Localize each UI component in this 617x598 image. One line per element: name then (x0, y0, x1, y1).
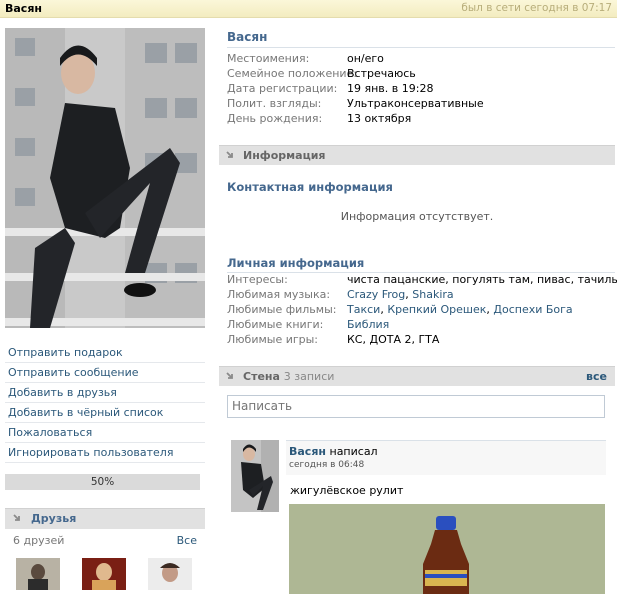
field-label: Любимая музыка: (227, 288, 331, 301)
wall-count: 3 записи (283, 370, 335, 383)
friends-list (5, 558, 205, 598)
field-value: 13 октября (347, 112, 412, 125)
divider (227, 47, 615, 48)
field-label: Дата регистрации: (227, 82, 338, 95)
field-value: 19 янв. в 19:28 (347, 82, 434, 95)
add-friend-link[interactable]: Добавить в друзья (5, 383, 205, 403)
friend-avatar[interactable] (82, 558, 126, 590)
movie-link[interactable]: Крепкий Орешек (387, 303, 486, 316)
post-author-line: Васян написал (289, 445, 378, 458)
music-link[interactable]: Crazy Frog (347, 288, 405, 301)
field-label: Интересы: (227, 273, 288, 286)
field-label: Семейное положение: (227, 67, 358, 80)
friends-all-link[interactable]: Все (177, 534, 197, 547)
top-bar: Васян был в сети сегодня в 07:17 (0, 0, 617, 18)
field-value: он/его (347, 52, 384, 65)
collapse-arrow-icon (226, 151, 233, 158)
post-time[interactable]: сегодня в 06:48 (289, 460, 364, 470)
field-label: Любимые книги: (227, 318, 324, 331)
profile-name: Васян (227, 30, 268, 44)
friends-subheader: 6 друзей Все (5, 532, 205, 550)
left-column: Отправить подарок Отправить сообщение До… (5, 28, 205, 598)
blacklist-link[interactable]: Добавить в чёрный список (5, 403, 205, 423)
send-message-link[interactable]: Отправить сообщение (5, 363, 205, 383)
profile-actions: Отправить подарок Отправить сообщение До… (5, 343, 205, 463)
field-label: Любимые фильмы: (227, 303, 337, 316)
field-value: Crazy Frog, Shakira (347, 288, 454, 301)
friends-header[interactable]: Друзья (5, 508, 205, 529)
wall-section-header[interactable]: Стена 3 записи все (219, 366, 615, 386)
wall-post-input[interactable] (227, 395, 605, 418)
movie-link[interactable]: Такси (347, 303, 380, 316)
post-header: Васян написал сегодня в 06:48 (286, 440, 606, 475)
friends-count: 6 друзей (13, 534, 65, 547)
friend-avatar[interactable] (16, 558, 60, 590)
wall-all-link[interactable]: все (586, 370, 607, 383)
field-label: Местоимения: (227, 52, 310, 65)
field-label: Полит. взгляды: (227, 97, 322, 110)
field-value: Встречаюсь (347, 67, 416, 80)
post-action: написал (329, 445, 378, 458)
movie-link[interactable]: Доспехи Бога (493, 303, 572, 316)
field-value: Ультраконсервативные (347, 97, 484, 110)
info-title: Информация (243, 149, 326, 162)
book-link[interactable]: Библия (347, 318, 389, 331)
field-value: Библия (347, 318, 389, 331)
send-gift-link[interactable]: Отправить подарок (5, 343, 205, 363)
contact-info-empty: Информация отсутствует. (340, 210, 494, 223)
rating-bar: 50% (5, 474, 200, 490)
top-bar-user-name: Васян (5, 2, 42, 15)
post-author-link[interactable]: Васян (289, 445, 326, 458)
post-text: жигулёвское рулит (290, 484, 404, 497)
field-value: Такси, Крепкий Орешек, Доспехи Бога (347, 303, 573, 316)
music-link[interactable]: Shakira (412, 288, 453, 301)
collapse-arrow-icon (13, 514, 20, 521)
field-value: чиста пацанские, погулять там, пивас, та… (347, 273, 617, 286)
field-label: День рождения: (227, 112, 323, 125)
ignore-user-link[interactable]: Игнорировать пользователя (5, 443, 205, 463)
field-value: КС, ДОТА 2, ГТА (347, 333, 440, 346)
profile-photo[interactable] (5, 28, 205, 328)
post-author-avatar[interactable] (231, 440, 279, 512)
online-status: был в сети сегодня в 07:17 (461, 2, 612, 14)
collapse-arrow-icon (226, 372, 233, 379)
info-section-header[interactable]: Информация (219, 145, 615, 165)
post-photo[interactable] (289, 504, 605, 594)
contact-info-title: Контактная информация (227, 180, 393, 194)
friend-avatar[interactable] (148, 558, 192, 590)
report-link[interactable]: Пожаловаться (5, 423, 205, 443)
field-label: Любимые игры: (227, 333, 319, 346)
friends-title: Друзья (31, 512, 77, 525)
wall-title: Стена 3 записи (243, 370, 335, 383)
personal-info-title: Личная информация (227, 256, 365, 270)
